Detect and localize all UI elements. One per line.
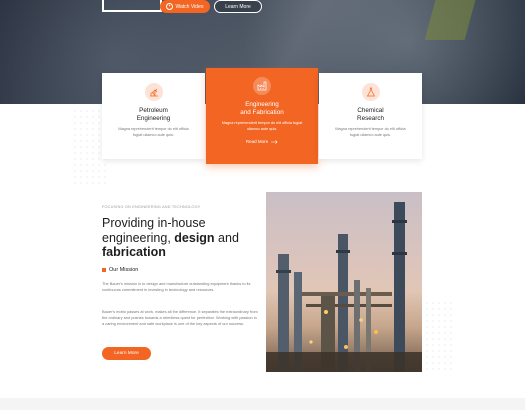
service-title: Engineering and Fabrication — [206, 101, 318, 117]
headline-part-3: and — [214, 230, 239, 245]
mission-square-icon — [102, 268, 106, 272]
service-title-line1: Petroleum — [139, 107, 168, 114]
hero-learn-more-button[interactable]: Learn More — [214, 0, 262, 13]
service-description: Magna reprehenderit tempor do elit offic… — [221, 121, 303, 131]
headline-part-1: Providing in-house — [102, 216, 206, 230]
mission-heading: Our Mission — [102, 267, 138, 273]
section-eyebrow: FOCUSING ON ENGINEERING AND TECHNOLOGY — [102, 205, 201, 209]
headline-bold-design: design — [174, 230, 215, 245]
service-description: Magna reprehenderit tempor do elit offic… — [118, 127, 189, 137]
service-title-line1: Chemical — [357, 107, 384, 114]
read-more-label: Read More — [245, 139, 269, 144]
hero-learn-more-label: Learn More — [225, 3, 251, 10]
service-title-line2: Research — [357, 115, 384, 122]
service-title: Petroleum Engineering — [102, 107, 205, 123]
dot-pattern-right — [424, 300, 452, 370]
read-more-link[interactable]: Read More — [206, 139, 318, 144]
arrow-right-icon — [271, 139, 278, 144]
flask-icon — [361, 83, 380, 101]
refinery-photo — [266, 192, 422, 372]
service-title-line1: Engineering — [245, 101, 279, 108]
service-card-engineering[interactable]: Engineering and Fabrication Magna repreh… — [206, 68, 318, 164]
service-card-chemical[interactable]: Chemical Research Magna reprehenderit te… — [319, 73, 422, 159]
refinery-illustration — [266, 202, 422, 372]
section-headline: Providing in-house engineering, design a… — [102, 216, 262, 260]
headline-part-2: engineering, — [102, 230, 175, 245]
service-title-line2: Engineering — [136, 115, 171, 122]
learn-more-label: Learn More — [114, 351, 139, 356]
mission-label: Our Mission — [109, 267, 139, 273]
service-title-line2: and Fabrication — [240, 109, 284, 116]
factory-icon — [253, 77, 271, 95]
hero-frame-decoration — [102, 0, 162, 12]
watch-video-label: Watch Video — [175, 3, 204, 10]
footer-band — [0, 398, 525, 410]
headline-bold-fabrication: fabrication — [102, 245, 166, 259]
mission-paragraph-1: The Bauer's mission is to design and man… — [102, 281, 251, 292]
learn-more-button[interactable]: Learn More — [102, 347, 151, 360]
mission-paragraph-2: Bauer's motto passes at work, makes all … — [102, 309, 258, 326]
watch-video-button[interactable]: Watch Video — [160, 0, 210, 13]
oil-pump-icon — [144, 83, 163, 101]
play-icon — [166, 3, 174, 10]
service-description: Magna reprehenderit tempor do elit offic… — [335, 127, 406, 137]
service-title: Chemical Research — [319, 107, 422, 123]
service-card-petroleum[interactable]: Petroleum Engineering Magna reprehenderi… — [102, 73, 205, 159]
